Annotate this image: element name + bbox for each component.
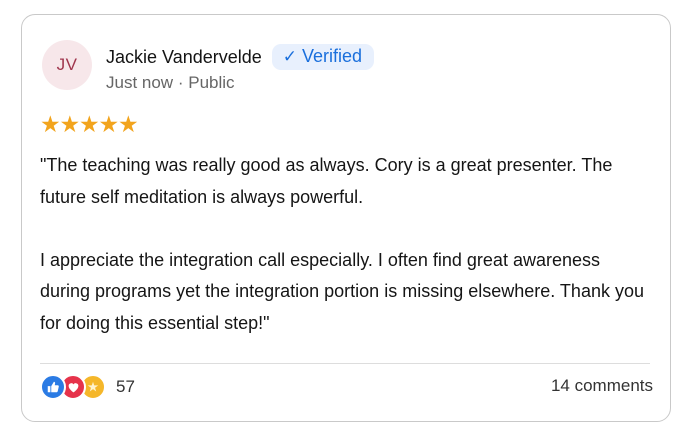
reactions-count: 57 [116, 377, 135, 396]
author-name-row: Jackie Vandervelde ✓ Verified [106, 44, 375, 70]
star-icon: ★ [98, 112, 120, 138]
author-name[interactable]: Jackie Vandervelde [106, 47, 262, 68]
review-paragraph: I appreciate the integration call especi… [40, 249, 644, 333]
avatar-initials: JV [56, 55, 78, 74]
review-header: JV Jackie Vandervelde ✓ Verified Just no… [42, 26, 375, 92]
review-body: "The teaching was really good as always.… [40, 150, 650, 339]
subline-separator: · [177, 73, 184, 92]
star-icon: ★ [79, 112, 100, 138]
post-timestamp[interactable]: Just now [106, 73, 173, 92]
checkmark-icon: ✓ [282, 46, 298, 67]
verified-badge: ✓ Verified [271, 44, 375, 70]
star-icon: ★ [118, 112, 139, 138]
reactions-summary[interactable]: 57 [40, 374, 135, 400]
comments-link[interactable]: 14 comments [551, 376, 653, 396]
like-icon [40, 374, 66, 400]
star-icon: ★ [40, 112, 61, 138]
star-rating: ★ ★ ★ ★ ★ [40, 112, 139, 138]
verified-label: Verified [302, 46, 363, 66]
post-subline: Just now · Public [106, 73, 374, 93]
star-icon: ★ [59, 112, 81, 138]
footer-divider [40, 363, 650, 364]
avatar[interactable]: JV [42, 40, 92, 90]
post-visibility: Public [188, 73, 235, 92]
review-paragraph: "The teaching was really good as always.… [40, 155, 613, 207]
author-meta: Jackie Vandervelde ✓ Verified Just now ·… [106, 44, 375, 93]
